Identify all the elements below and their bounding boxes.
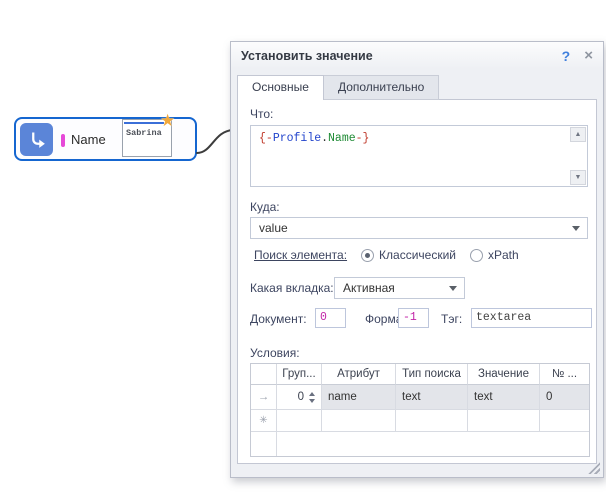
table-cell-empty[interactable] bbox=[540, 410, 589, 432]
table-cell-empty[interactable] bbox=[277, 410, 322, 432]
col-header-attribute[interactable]: Атрибут bbox=[322, 364, 396, 385]
table-cell-empty[interactable] bbox=[322, 410, 396, 432]
radio-classic[interactable] bbox=[361, 249, 374, 262]
scroll-down-icon[interactable]: ▼ bbox=[570, 170, 586, 185]
which-tab-label: Какая вкладка: bbox=[250, 281, 334, 295]
table-cell-searchtype[interactable]: text bbox=[396, 385, 468, 410]
table-filler bbox=[396, 432, 468, 456]
where-label: Куда: bbox=[250, 200, 280, 214]
col-header-searchtype[interactable]: Тип поиска bbox=[396, 364, 468, 385]
document-label: Документ: bbox=[250, 312, 307, 326]
dialog-title: Установить значение bbox=[241, 49, 562, 63]
close-icon[interactable]: × bbox=[584, 47, 593, 64]
table-filler bbox=[468, 432, 540, 456]
spinner-arrows-icon[interactable] bbox=[309, 392, 315, 403]
conditions-label: Условия: bbox=[250, 346, 300, 360]
col-header-rowselector[interactable] bbox=[251, 364, 277, 385]
table-cell-number[interactable]: 0 bbox=[540, 385, 589, 410]
dialog-titlebar[interactable]: Установить значение ? × bbox=[231, 42, 603, 69]
new-row-asterisk-icon[interactable]: ✳ bbox=[251, 410, 277, 432]
col-header-value[interactable]: Значение bbox=[468, 364, 540, 385]
tag-label: Тэг: bbox=[441, 312, 462, 326]
code-dot: . bbox=[321, 132, 328, 145]
star-icon: ★ bbox=[160, 111, 175, 131]
which-tab-dropdown[interactable]: Активная bbox=[334, 277, 465, 299]
search-mode-row: Поиск элемента: Классический xPath bbox=[254, 248, 519, 262]
what-textarea[interactable]: {-Profile.Name-} ▲ ▼ bbox=[250, 125, 588, 187]
col-header-group[interactable]: Груп... bbox=[277, 364, 322, 385]
flow-node-set-value[interactable]: Name Sabrina ★ bbox=[14, 117, 197, 161]
where-dropdown-value: value bbox=[259, 221, 288, 235]
current-row-arrow-icon[interactable]: → bbox=[251, 385, 277, 410]
table-cell-empty[interactable] bbox=[396, 410, 468, 432]
preview-text: Sabrina bbox=[126, 128, 162, 138]
tag-input[interactable]: textarea bbox=[471, 308, 592, 328]
chevron-down-icon bbox=[449, 286, 457, 291]
what-label: Что: bbox=[250, 107, 273, 121]
set-value-arrow-icon bbox=[20, 123, 53, 156]
table-filler bbox=[322, 432, 396, 456]
radio-xpath[interactable] bbox=[470, 249, 483, 262]
document-input[interactable]: 0 bbox=[315, 308, 346, 328]
help-icon[interactable]: ? bbox=[562, 48, 571, 64]
tab-main[interactable]: Основные bbox=[237, 75, 324, 100]
code-close: -} bbox=[356, 132, 370, 145]
scroll-up-icon[interactable]: ▲ bbox=[570, 127, 586, 142]
conditions-table: Груп... Атрибут Тип поиска Значение № ..… bbox=[250, 363, 590, 457]
node-marker-bar bbox=[61, 134, 65, 147]
table-cell-value[interactable]: text bbox=[468, 385, 540, 410]
preview-progress-line bbox=[124, 122, 164, 124]
code-object: Profile bbox=[273, 132, 321, 145]
code-open: {- bbox=[259, 132, 273, 145]
tab-content-panel: Что: {-Profile.Name-} ▲ ▼ Куда: value По… bbox=[237, 99, 597, 464]
group-spinner[interactable]: 0 bbox=[277, 385, 322, 410]
dialog-tabs: Основные Дополнительно bbox=[237, 75, 439, 100]
table-cell-attribute[interactable]: name bbox=[322, 385, 396, 410]
set-value-dialog: Установить значение ? × Основные Дополни… bbox=[230, 41, 604, 478]
which-tab-value: Активная bbox=[343, 281, 395, 295]
chevron-down-icon bbox=[572, 226, 580, 231]
code-expression: {-Profile.Name-} bbox=[259, 132, 369, 145]
table-filler bbox=[277, 432, 322, 456]
tab-advanced[interactable]: Дополнительно bbox=[324, 75, 439, 100]
radio-xpath-label[interactable]: xPath bbox=[488, 248, 519, 262]
radio-classic-label[interactable]: Классический bbox=[379, 248, 456, 262]
element-search-link[interactable]: Поиск элемента: bbox=[254, 248, 347, 262]
form-input[interactable]: -1 bbox=[398, 308, 429, 328]
where-dropdown[interactable]: value bbox=[250, 217, 588, 239]
table-cell-empty[interactable] bbox=[468, 410, 540, 432]
table-filler bbox=[251, 432, 277, 456]
group-value: 0 bbox=[298, 391, 304, 403]
code-property: Name bbox=[328, 132, 356, 145]
col-header-number[interactable]: № ... bbox=[540, 364, 589, 385]
node-label: Name bbox=[71, 132, 106, 147]
table-filler bbox=[540, 432, 589, 456]
